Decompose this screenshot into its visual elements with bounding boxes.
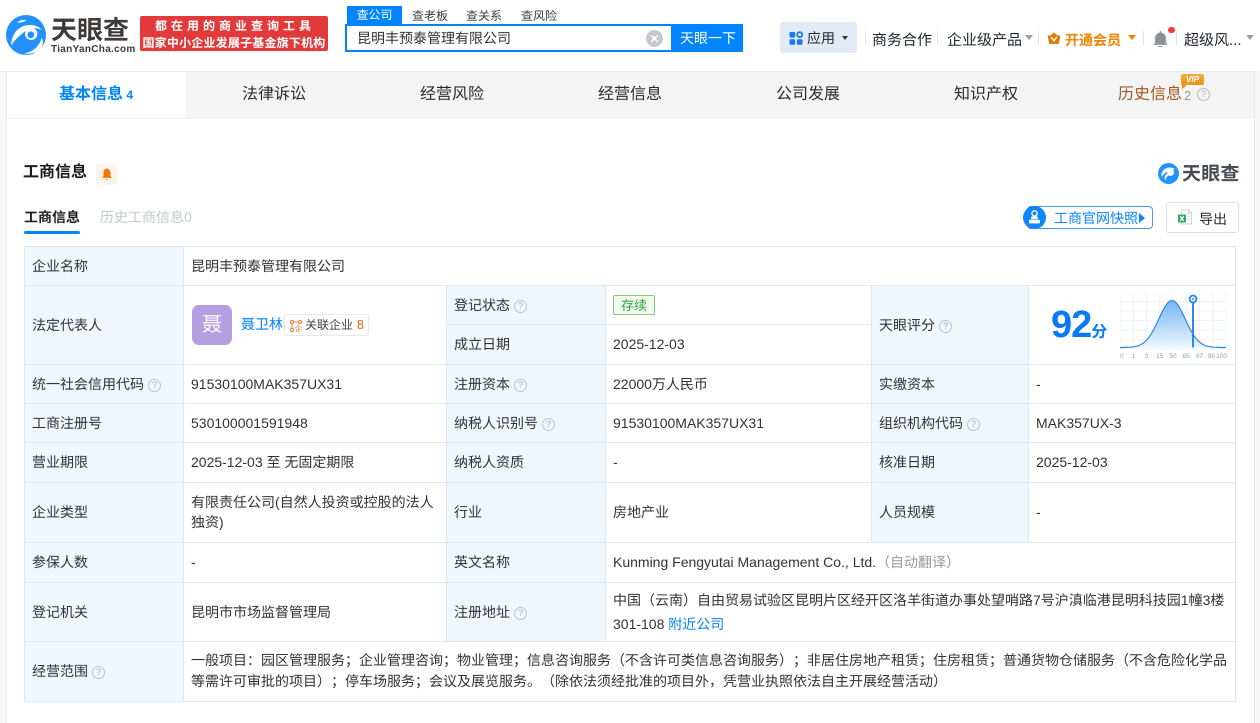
svg-text:99: 99 — [1208, 353, 1216, 360]
svg-text:85: 85 — [1183, 353, 1191, 360]
svg-text:1: 1 — [1131, 353, 1135, 360]
svg-text:15: 15 — [1156, 353, 1164, 360]
svg-text:3: 3 — [1145, 353, 1149, 360]
svg-text:97: 97 — [1196, 353, 1204, 360]
svg-text:0: 0 — [1120, 353, 1124, 360]
svg-text:企: 企 — [294, 323, 302, 332]
svg-text:50: 50 — [1169, 353, 1177, 360]
svg-text:100: 100 — [1216, 353, 1227, 360]
